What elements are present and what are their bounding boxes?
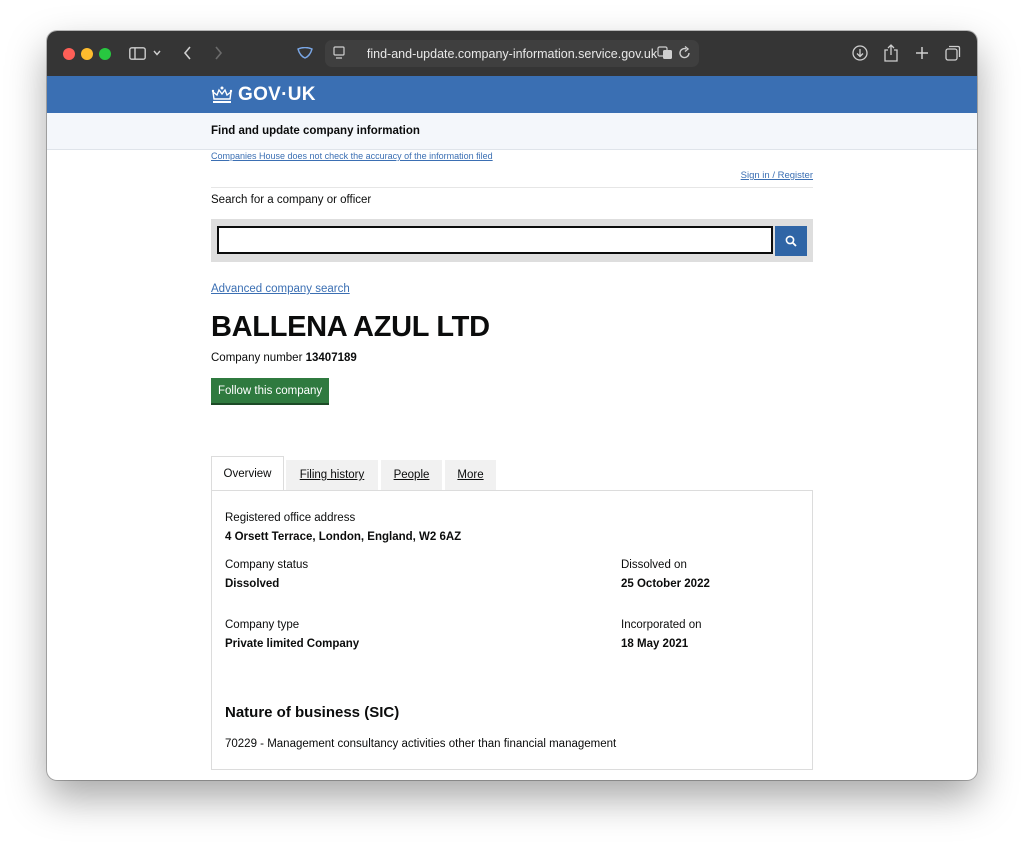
share-icon[interactable] bbox=[882, 43, 900, 63]
sic-value: 70229 - Management consultancy activitie… bbox=[225, 738, 617, 750]
govuk-header: GOV·UK bbox=[47, 76, 977, 114]
zoom-window-button[interactable] bbox=[99, 48, 111, 60]
follow-company-button[interactable]: Follow this company bbox=[211, 378, 330, 405]
company-number-label: Company number bbox=[211, 352, 303, 364]
chevron-down-icon[interactable] bbox=[151, 43, 163, 63]
accuracy-disclaimer-link[interactable]: Companies House does not check the accur… bbox=[211, 151, 493, 161]
search-label: Search for a company or officer bbox=[211, 194, 372, 206]
advanced-search-link[interactable]: Advanced company search bbox=[211, 283, 350, 295]
govuk-logo-text: GOV·UK bbox=[238, 84, 316, 105]
address-label: Registered office address bbox=[225, 512, 356, 524]
url-text: find-and-update.company-information.serv… bbox=[366, 46, 658, 61]
service-name-link[interactable]: Find and update company information bbox=[211, 125, 420, 137]
company-number-value: 13407189 bbox=[305, 352, 357, 364]
search-icon bbox=[785, 235, 797, 247]
search-button[interactable] bbox=[775, 226, 807, 256]
reload-icon[interactable] bbox=[678, 45, 691, 63]
tab-overview-icon[interactable] bbox=[944, 43, 962, 63]
dissolved-label: Dissolved on bbox=[621, 559, 687, 571]
browser-toolbar: find-and-update.company-information.serv… bbox=[47, 31, 977, 76]
close-window-button[interactable] bbox=[63, 48, 75, 60]
crown-icon bbox=[211, 86, 233, 104]
privacy-shield-icon[interactable] bbox=[296, 43, 314, 63]
page-icon bbox=[333, 46, 345, 63]
divider bbox=[211, 187, 813, 188]
company-name: BALLENA AZUL LTD bbox=[211, 311, 490, 343]
sign-in-register-link[interactable]: Sign in / Register bbox=[741, 170, 813, 181]
tab-filing-history[interactable]: Filing history bbox=[286, 460, 378, 490]
forward-icon[interactable] bbox=[211, 43, 225, 63]
type-value: Private limited Company bbox=[225, 638, 360, 650]
sidebar-icon[interactable] bbox=[127, 43, 147, 63]
service-navigation: Find and update company information bbox=[47, 113, 977, 150]
search-input[interactable] bbox=[217, 226, 773, 254]
address-bar[interactable]: find-and-update.company-information.serv… bbox=[325, 40, 699, 67]
tab-more[interactable]: More bbox=[445, 460, 496, 490]
new-tab-icon[interactable] bbox=[913, 43, 931, 63]
company-number: Company number 13407189 bbox=[211, 352, 357, 364]
company-tabs: Overview Filing history People More bbox=[211, 456, 813, 491]
dissolved-value: 25 October 2022 bbox=[621, 578, 710, 590]
tab-overview[interactable]: Overview bbox=[211, 456, 284, 491]
govuk-logo[interactable]: GOV·UK bbox=[211, 84, 316, 106]
tab-people[interactable]: People bbox=[381, 460, 442, 490]
address-value: 4 Orsett Terrace, London, England, W2 6A… bbox=[225, 531, 462, 543]
type-label: Company type bbox=[225, 619, 300, 631]
sic-heading: Nature of business (SIC) bbox=[225, 704, 400, 721]
overview-panel: Registered office address 4 Orsett Terra… bbox=[211, 490, 813, 770]
browser-window: find-and-update.company-information.serv… bbox=[47, 31, 977, 780]
status-label: Company status bbox=[225, 559, 309, 571]
incorporated-label: Incorporated on bbox=[621, 619, 702, 631]
incorporated-value: 18 May 2021 bbox=[621, 638, 689, 650]
status-value: Dissolved bbox=[225, 578, 280, 590]
back-icon[interactable] bbox=[180, 43, 194, 63]
minimize-window-button[interactable] bbox=[81, 48, 93, 60]
download-icon[interactable] bbox=[851, 43, 869, 63]
search-form bbox=[211, 219, 813, 262]
translate-icon[interactable] bbox=[657, 46, 673, 63]
